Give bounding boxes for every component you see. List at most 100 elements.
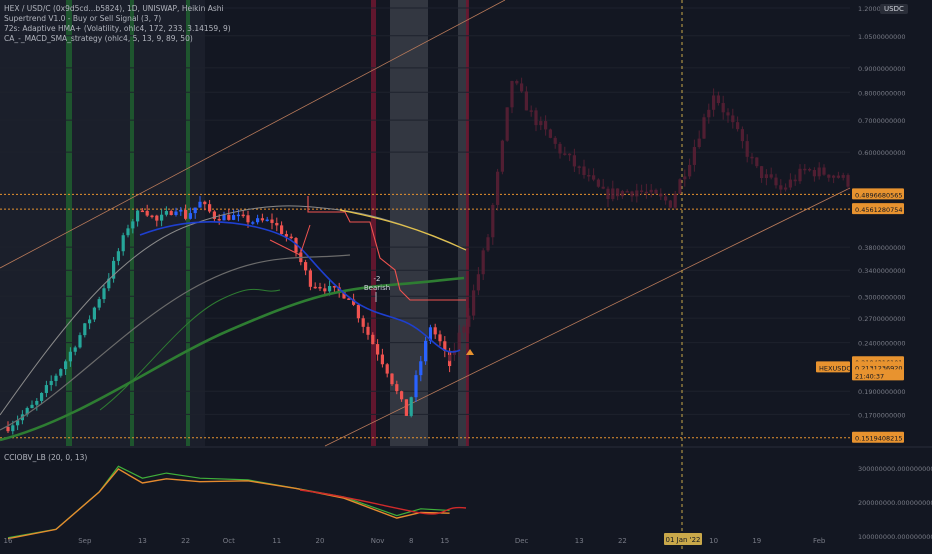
candle-body	[88, 319, 92, 324]
candle-body	[11, 425, 15, 432]
x-tick-label: 8	[409, 537, 413, 545]
candle-body	[433, 327, 437, 335]
supertrend-legend-line[interactable]: Supertrend V1.0 - Buy or Sell Signal (3,…	[4, 14, 231, 24]
projection-body	[740, 129, 744, 142]
candle-body	[102, 288, 106, 300]
candle-body	[145, 210, 149, 216]
candle-body	[289, 236, 293, 239]
projection-body	[832, 175, 836, 178]
candle-body	[438, 334, 442, 342]
projection-body	[726, 112, 730, 116]
y-tick-label: 0.2400000000	[858, 340, 906, 348]
projection-body	[736, 122, 740, 130]
candle-body	[208, 204, 212, 212]
candle-body	[198, 201, 202, 208]
x-tick-label: Oct	[223, 537, 235, 545]
candle-body	[404, 399, 408, 416]
projection-body	[774, 177, 778, 186]
candle-body	[265, 219, 269, 222]
candle-body	[30, 404, 34, 409]
projection-body	[817, 167, 821, 177]
price-badge-label: 0.1519408215	[855, 435, 903, 443]
chart-area[interactable]: -2 Bearish 300000000.0000000000 200000000.0…	[0, 0, 932, 550]
signal-bearish-label: Bearish	[364, 284, 390, 292]
projection-body	[448, 354, 452, 361]
projection-body	[644, 191, 648, 194]
symbol-legend-line[interactable]: HEX / USD/C (0x9d5cd...b5824), 1D, UNISW…	[4, 4, 231, 14]
candle-body	[203, 201, 207, 205]
candle-body	[371, 334, 375, 345]
x-tick-label: Nov	[371, 537, 385, 545]
projection-body	[596, 179, 600, 187]
projection-body	[611, 188, 615, 199]
candle-body	[6, 426, 10, 432]
currency-badge[interactable]: USDC	[880, 4, 908, 14]
candle-body	[328, 286, 332, 292]
candle-body	[97, 299, 101, 308]
oscillator-legend[interactable]: CCIOBV_LB (20, 0, 13)	[4, 453, 87, 462]
projection-body	[827, 174, 831, 178]
projection-body	[510, 80, 514, 108]
x-tick-label: 19	[752, 537, 761, 545]
candle-body	[227, 214, 231, 220]
projection-body	[697, 138, 701, 148]
signal-value-label: -2	[374, 275, 381, 283]
candle-body	[424, 340, 428, 362]
candle-body	[150, 215, 154, 218]
projection-body	[846, 175, 850, 187]
candle-body	[126, 228, 130, 236]
candle-body	[260, 218, 264, 221]
projection-body	[678, 179, 682, 194]
y-tick-label: 0.2700000000	[858, 315, 906, 323]
candle-body	[73, 347, 77, 352]
candle-body	[193, 207, 197, 214]
projection-body	[534, 110, 538, 126]
y-tick-label: 1.0500000000	[858, 33, 906, 41]
projection-body	[721, 103, 725, 113]
x-tick-label: 16	[4, 537, 13, 545]
projection-body	[457, 332, 461, 351]
projection-body	[712, 95, 716, 110]
projection-body	[496, 171, 500, 205]
candle-body	[395, 384, 399, 392]
candle-body	[232, 215, 236, 220]
projection-body	[760, 166, 764, 179]
projection-body	[707, 109, 711, 118]
candle-body	[313, 286, 317, 289]
projection-body	[822, 167, 826, 175]
hma-legend-line[interactable]: 72s: Adaptive HMA+ (Volatility, ohlc4, 1…	[4, 24, 231, 34]
candle-body	[160, 214, 164, 221]
projection-body	[798, 168, 802, 182]
candle-body	[323, 288, 327, 292]
candle-body	[174, 211, 178, 215]
chart-svg: -2Bearish 300000000.0000000000 200000000.0…	[0, 0, 932, 550]
x-tick-label: 20	[316, 537, 325, 545]
y-tick-label: 0.9000000000	[858, 65, 906, 73]
projection-body	[476, 274, 480, 291]
candle-body	[361, 318, 365, 327]
indicator-legend: HEX / USD/C (0x9d5cd...b5824), 1D, UNISW…	[4, 4, 231, 44]
projection-body	[841, 175, 845, 178]
projection-body	[784, 187, 788, 190]
x-tick-label: 22	[618, 537, 627, 545]
price-badge-label: 0.4896680565	[855, 191, 903, 199]
projection-body	[625, 191, 629, 193]
projection-body	[688, 164, 692, 177]
projection-body	[505, 107, 509, 141]
candle-body	[184, 209, 188, 219]
y-tick-label: 0.7000000000	[858, 117, 906, 125]
projection-body	[702, 117, 706, 139]
candle-body	[179, 209, 183, 212]
candle-body	[275, 222, 279, 226]
projection-body	[812, 169, 816, 177]
macd-legend-line[interactable]: CA_-_MACD_SMA_strategy (ohlc4, 5, 13, 9,…	[4, 34, 231, 44]
projection-body	[769, 174, 773, 178]
price-badge-label: 0.4561280754	[855, 206, 903, 214]
projection-body	[755, 157, 759, 167]
projection-body	[515, 80, 519, 84]
candle-body	[385, 364, 389, 374]
projection-body	[486, 237, 490, 251]
projection-body	[616, 188, 620, 197]
x-tick-label: 22	[181, 537, 190, 545]
projection-body	[808, 168, 812, 171]
